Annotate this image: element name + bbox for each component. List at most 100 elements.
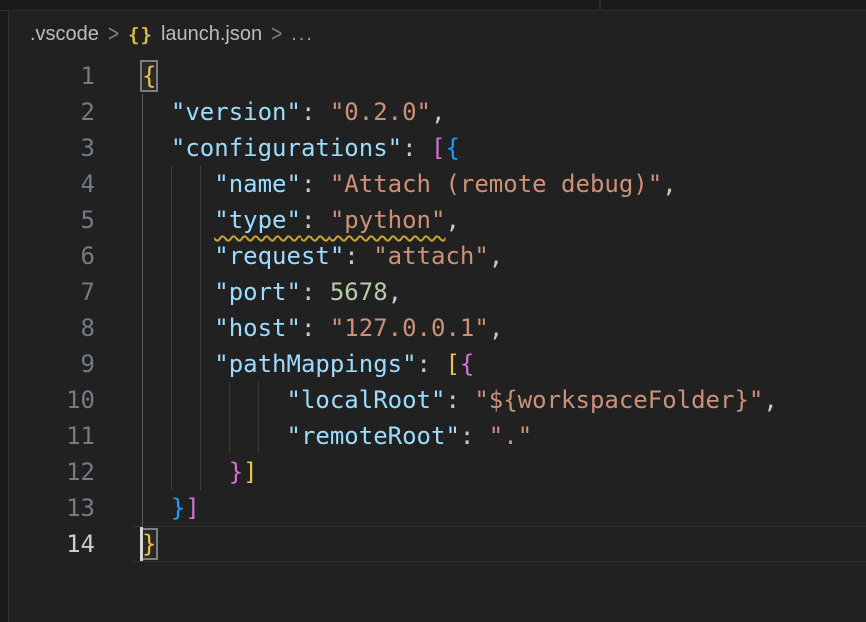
breadcrumb-label: launch.json	[161, 23, 262, 46]
editor[interactable]: 1{2 "version": "0.2.0",3 "configurations…	[0, 0, 866, 622]
code-text: }	[95, 526, 156, 562]
line-number[interactable]: 12	[9, 454, 95, 490]
code-token: "127.0.0.1"	[330, 314, 489, 342]
code-token: ,	[388, 278, 402, 306]
line-number[interactable]: 2	[9, 94, 95, 130]
code-token: "0.2.0"	[330, 98, 431, 126]
code-token: ]	[243, 458, 257, 486]
code-line-12[interactable]: 12 }]	[9, 454, 866, 490]
tab-divider	[599, 0, 601, 10]
code-text: "remoteRoot": "."	[95, 418, 532, 454]
code-line-4[interactable]: 4 "name": "Attach (remote debug)",	[9, 166, 866, 202]
code-token: :	[301, 278, 330, 306]
code-token: ]	[185, 494, 199, 522]
code-token: [	[431, 134, 445, 162]
code-token: 5678	[330, 278, 388, 306]
code-token: ,	[489, 242, 503, 270]
code-text: "port": 5678,	[95, 274, 402, 310]
breadcrumb-item-vscode[interactable]: .vscode	[30, 23, 99, 46]
line-number[interactable]: 8	[9, 310, 95, 346]
code-token: ,	[662, 170, 676, 198]
code-token: :	[445, 386, 474, 414]
code-token: }	[229, 458, 243, 486]
code-line-10[interactable]: 10 "localRoot": "${workspaceFolder}",	[9, 382, 866, 418]
code-text: "localRoot": "${workspaceFolder}",	[95, 382, 778, 418]
code-line-7[interactable]: 7 "port": 5678,	[9, 274, 866, 310]
code-text: }]	[95, 454, 258, 490]
code-line-2[interactable]: 2 "version": "0.2.0",	[9, 94, 866, 130]
breadcrumb-item-[interactable]: ...	[291, 23, 314, 46]
line-number[interactable]: 3	[9, 130, 95, 166]
code-line-5[interactable]: 5 "type": "python",	[9, 202, 866, 238]
line-number[interactable]: 11	[9, 418, 95, 454]
code-token: :	[301, 314, 330, 342]
code-text: "pathMappings": [{	[95, 346, 474, 382]
code-token: :	[301, 206, 330, 234]
chevron-right-icon: >	[108, 21, 119, 49]
code-token: "host"	[214, 314, 301, 342]
code-token: {	[460, 350, 474, 378]
line-number[interactable]: 6	[9, 238, 95, 274]
breadcrumb: .vscode > {} launch.json >...	[9, 11, 866, 58]
panel-edge	[0, 0, 9, 622]
json-braces-icon: {}	[128, 24, 153, 46]
code-token: :	[344, 242, 373, 270]
code-token: ,	[431, 98, 445, 126]
code-token: :	[301, 98, 330, 126]
line-number[interactable]: 4	[9, 166, 95, 202]
code-token: }	[171, 494, 185, 522]
code-line-13[interactable]: 13 }]	[9, 490, 866, 526]
code-token: "${workspaceFolder}"	[474, 386, 763, 414]
bracket-match: {	[142, 62, 156, 90]
code-token: ,	[489, 314, 503, 342]
code-token: ,	[763, 386, 777, 414]
code-token: {	[445, 134, 459, 162]
code-text: "host": "127.0.0.1",	[95, 310, 503, 346]
bracket-match: }	[142, 530, 156, 558]
line-number[interactable]: 7	[9, 274, 95, 310]
code-token: "attach"	[373, 242, 489, 270]
line-number[interactable]: 1	[9, 58, 95, 94]
code-text: "version": "0.2.0",	[95, 94, 445, 130]
code-token: "python"	[330, 206, 446, 234]
chevron-right-icon: >	[271, 21, 282, 49]
code-line-8[interactable]: 8 "host": "127.0.0.1",	[9, 310, 866, 346]
breadcrumb-item-launchjson[interactable]: {} launch.json	[128, 23, 262, 46]
code-token: "type"	[214, 206, 301, 234]
code-token: "version"	[171, 98, 301, 126]
line-number[interactable]: 9	[9, 346, 95, 382]
line-number[interactable]: 5	[9, 202, 95, 238]
line-number[interactable]: 10	[9, 382, 95, 418]
code-lines: 1{2 "version": "0.2.0",3 "configurations…	[0, 58, 866, 562]
code-text: "configurations": [{	[95, 130, 460, 166]
code-line-9[interactable]: 9 "pathMappings": [{	[9, 346, 866, 382]
warning-squiggle: "type": "python"	[214, 206, 445, 234]
code-text: "name": "Attach (remote debug)",	[95, 166, 677, 202]
code-token: [	[445, 350, 459, 378]
code-token: :	[460, 422, 489, 450]
code-line-14[interactable]: 14}	[9, 526, 866, 562]
code-line-11[interactable]: 11 "remoteRoot": "."	[9, 418, 866, 454]
line-number[interactable]: 13	[9, 490, 95, 526]
line-number[interactable]: 14	[9, 526, 95, 562]
code-line-1[interactable]: 1{	[9, 58, 866, 94]
code-line-3[interactable]: 3 "configurations": [{	[9, 130, 866, 166]
code-token: "name"	[214, 170, 301, 198]
breadcrumb-label: .vscode	[30, 23, 99, 46]
code-text: "type": "python",	[95, 202, 460, 238]
code-token: ,	[445, 206, 459, 234]
code-token: "."	[489, 422, 532, 450]
code-token: "remoteRoot"	[287, 422, 460, 450]
code-text: }]	[95, 490, 200, 526]
code-token: "port"	[214, 278, 301, 306]
breadcrumb-label: ...	[291, 23, 314, 46]
code-token: :	[417, 350, 446, 378]
code-token: "localRoot"	[287, 386, 446, 414]
code-token: "request"	[214, 242, 344, 270]
code-token: :	[301, 170, 330, 198]
code-text: "request": "attach",	[95, 238, 503, 274]
code-text: {	[95, 58, 156, 94]
code-line-6[interactable]: 6 "request": "attach",	[9, 238, 866, 274]
code-token: :	[402, 134, 431, 162]
code-token: "Attach (remote debug)"	[330, 170, 662, 198]
